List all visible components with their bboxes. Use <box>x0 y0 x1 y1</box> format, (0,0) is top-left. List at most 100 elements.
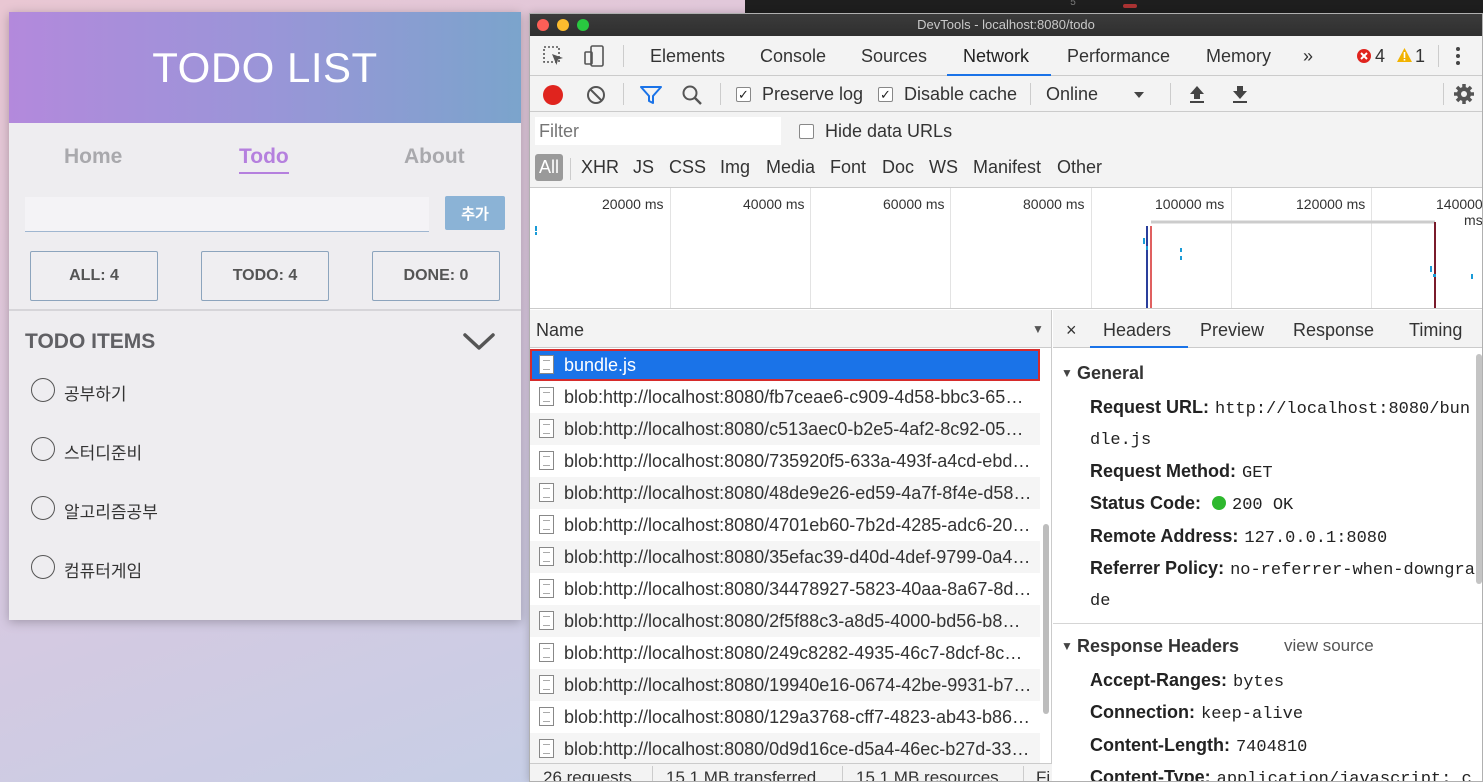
request-row[interactable]: blob:http://localhost:8080/c513aec0-b2e5… <box>530 413 1040 445</box>
todo-checkbox-icon[interactable] <box>31 555 55 579</box>
request-row[interactable]: blob:http://localhost:8080/4701eb60-7b2d… <box>530 509 1040 541</box>
throttle-select[interactable]: Online <box>1046 84 1098 105</box>
type-filter-manifest[interactable]: Manifest <box>973 157 1041 178</box>
tab-console[interactable]: Console <box>760 46 826 67</box>
file-icon <box>539 419 554 438</box>
request-row[interactable]: blob:http://localhost:8080/735920f5-633a… <box>530 445 1040 477</box>
filter-funnel-icon[interactable] <box>640 85 662 105</box>
inspect-element-icon[interactable] <box>542 44 566 68</box>
status-separator <box>1023 766 1024 781</box>
tab-elements[interactable]: Elements <box>650 46 725 67</box>
search-icon[interactable] <box>681 84 703 106</box>
background-editor-strip: 5 <box>745 0 1483 14</box>
connection-row: Connection: keep-alive <box>1090 697 1303 730</box>
hide-data-urls-label: Hide data URLs <box>825 121 953 141</box>
close-detail-button[interactable]: × <box>1066 320 1077 341</box>
tab-response[interactable]: Response <box>1293 320 1374 341</box>
warning-count[interactable]: 1 <box>1415 46 1425 67</box>
type-filter-doc[interactable]: Doc <box>882 157 914 178</box>
view-source-link[interactable]: view source <box>1284 636 1374 656</box>
request-row[interactable]: blob:http://localhost:8080/0d9d16ce-d5a4… <box>530 733 1040 765</box>
scrollbar-thumb[interactable] <box>1043 524 1049 714</box>
todo-checkbox-icon[interactable] <box>31 378 55 402</box>
devtools-titlebar: DevTools - localhost:8080/todo <box>530 14 1482 36</box>
chevron-down-icon[interactable] <box>462 331 496 351</box>
accept-ranges-key: Accept-Ranges: <box>1090 670 1228 690</box>
request-row[interactable]: blob:http://localhost:8080/2f5f88c3-a8d5… <box>530 605 1040 637</box>
tab-performance[interactable]: Performance <box>1067 46 1170 67</box>
detail-scrollbar[interactable] <box>1474 350 1482 781</box>
response-headers-title[interactable]: Response Headers <box>1077 636 1239 657</box>
nav-about-link[interactable]: About <box>404 145 465 169</box>
tab-timing[interactable]: Timing <box>1409 320 1462 341</box>
request-name: bundle.js <box>564 355 637 375</box>
tab-memory[interactable]: Memory <box>1206 46 1271 67</box>
disable-cache-checkbox[interactable]: ✓ <box>878 87 893 102</box>
scrollbar-thumb[interactable] <box>1476 354 1482 584</box>
remote-address-value: 127.0.0.1:8080 <box>1244 529 1388 548</box>
add-todo-button[interactable]: 추가 <box>445 196 505 230</box>
request-row[interactable]: blob:http://localhost:8080/129a3768-cff7… <box>530 701 1040 733</box>
network-overview-timeline[interactable]: 20000 ms 40000 ms 60000 ms 80000 ms 1000… <box>530 188 1482 309</box>
type-filter-all[interactable]: All <box>535 154 564 181</box>
type-filter-js[interactable]: JS <box>633 157 654 178</box>
device-toolbar-icon[interactable] <box>582 44 606 68</box>
more-tabs-button[interactable]: » <box>1303 46 1313 67</box>
type-filter-media[interactable]: Media <box>766 157 815 178</box>
request-row[interactable]: blob:http://localhost:8080/34478927-5823… <box>530 573 1040 605</box>
accept-ranges-row: Accept-Ranges: bytes <box>1090 665 1284 698</box>
tab-preview[interactable]: Preview <box>1200 320 1264 341</box>
request-list-scrollbar[interactable] <box>1041 349 1051 765</box>
warning-icon[interactable] <box>1396 47 1413 63</box>
sort-arrow-icon[interactable]: ▼ <box>1032 322 1044 336</box>
close-window-button[interactable] <box>537 19 549 31</box>
nav-todo-link[interactable]: Todo <box>239 145 289 174</box>
minimize-window-button[interactable] <box>557 19 569 31</box>
preserve-log-checkbox[interactable]: ✓ <box>736 87 751 102</box>
kebab-menu-icon[interactable] <box>1455 46 1461 66</box>
tab-network[interactable]: Network <box>963 46 1029 67</box>
filter-all-button[interactable]: ALL: 4 <box>30 251 158 301</box>
todo-input[interactable] <box>25 197 429 232</box>
request-name: blob:http://localhost:8080/c513aec0-b2e5… <box>564 419 1024 439</box>
toolbar-separator <box>1170 83 1171 105</box>
general-section-title[interactable]: General <box>1077 363 1144 384</box>
filter-done-button[interactable]: DONE: 0 <box>372 251 500 301</box>
request-row[interactable]: blob:http://localhost:8080/fb7ceae6-c909… <box>530 381 1040 413</box>
request-row[interactable]: bundle.js <box>530 349 1040 381</box>
network-toolbar: ✓ Preserve log ✓ Disable cache Online <box>530 76 1482 112</box>
expand-triangle-icon[interactable]: ▼ <box>1061 639 1073 653</box>
tab-headers[interactable]: Headers <box>1103 320 1171 341</box>
dropdown-arrow-icon[interactable] <box>1133 91 1145 99</box>
filter-input[interactable] <box>535 117 781 145</box>
record-icon[interactable] <box>542 84 564 106</box>
todo-checkbox-icon[interactable] <box>31 437 55 461</box>
error-icon[interactable] <box>1356 48 1372 64</box>
request-row[interactable]: blob:http://localhost:8080/48de9e26-ed59… <box>530 477 1040 509</box>
settings-gear-icon[interactable] <box>1453 83 1475 105</box>
tab-sources[interactable]: Sources <box>861 46 927 67</box>
request-row[interactable]: blob:http://localhost:8080/249c8282-4935… <box>530 637 1040 669</box>
file-icon <box>539 739 554 758</box>
maximize-window-button[interactable] <box>577 19 589 31</box>
clear-icon[interactable] <box>586 85 606 105</box>
export-har-icon[interactable] <box>1231 84 1249 104</box>
filter-todo-button[interactable]: TODO: 4 <box>201 251 329 301</box>
remote-address-row: Remote Address: 127.0.0.1:8080 <box>1090 521 1387 554</box>
type-filter-ws[interactable]: WS <box>929 157 958 178</box>
import-har-icon[interactable] <box>1188 84 1206 104</box>
type-filter-xhr[interactable]: XHR <box>581 157 619 178</box>
type-filter-img[interactable]: Img <box>720 157 750 178</box>
name-column-header[interactable]: Name <box>536 320 584 341</box>
expand-triangle-icon[interactable]: ▼ <box>1061 366 1073 380</box>
type-filter-other[interactable]: Other <box>1057 157 1102 178</box>
type-filter-font[interactable]: Font <box>830 157 866 178</box>
request-name: blob:http://localhost:8080/735920f5-633a… <box>564 451 1031 471</box>
nav-home-link[interactable]: Home <box>64 145 122 169</box>
error-count[interactable]: 4 <box>1375 46 1385 67</box>
type-filter-css[interactable]: CSS <box>669 157 706 178</box>
request-row[interactable]: blob:http://localhost:8080/35efac39-d40d… <box>530 541 1040 573</box>
hide-data-urls-checkbox[interactable] <box>799 124 814 139</box>
todo-checkbox-icon[interactable] <box>31 496 55 520</box>
request-row[interactable]: blob:http://localhost:8080/19940e16-0674… <box>530 669 1040 701</box>
